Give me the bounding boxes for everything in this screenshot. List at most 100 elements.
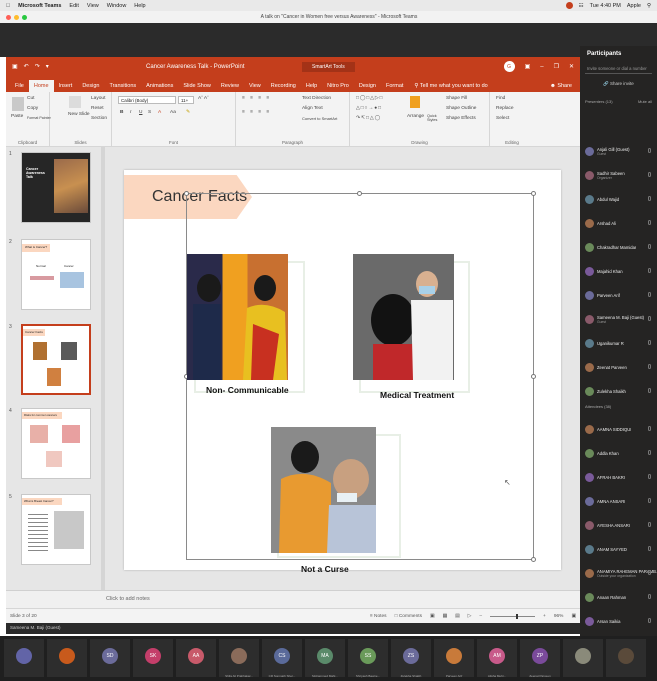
shape-fill-button[interactable]: Shape Fill: [446, 96, 467, 101]
doctor-patient-photo[interactable]: [353, 254, 454, 380]
tab-slide-show[interactable]: Slide Show: [178, 80, 216, 92]
quick-styles-button[interactable]: Quick Styles: [427, 114, 443, 122]
tab-nitro-pro[interactable]: Nitro Pro: [322, 80, 354, 92]
video-tile[interactable]: CS CR Somnath Sher...: [262, 639, 302, 678]
zoom-out-icon[interactable]: –: [479, 614, 482, 619]
tab-view[interactable]: View: [244, 80, 266, 92]
select-button[interactable]: Select: [496, 116, 509, 121]
change-case-button[interactable]: Aa: [170, 110, 176, 115]
menu-edit[interactable]: Edit: [69, 3, 78, 9]
slide-thumbnail-1[interactable]: Cancer Awareness Talk: [21, 152, 91, 223]
tab-review[interactable]: Review: [216, 80, 244, 92]
participant-row[interactable]: AFRAH BAKRI: [585, 468, 655, 486]
font-color-button[interactable]: A: [158, 110, 161, 115]
share-invite-button[interactable]: 🔗 Share invite: [580, 81, 657, 87]
video-tile[interactable]: ZP Zeenat Parveen: [520, 639, 560, 678]
search-icon[interactable]: ⚲: [647, 3, 651, 9]
slide-thumbnail-4[interactable]: Risks for common cancers: [21, 408, 91, 479]
participant-row[interactable]: Parveen Arif: [585, 286, 655, 304]
ribbon-display-icon[interactable]: ▣: [525, 63, 531, 70]
participant-row[interactable]: Uganikumar R: [585, 334, 655, 352]
record-icon[interactable]: [565, 2, 573, 9]
tab-smartart-design[interactable]: Design: [354, 80, 381, 92]
slideshow-icon[interactable]: ▷: [468, 614, 472, 619]
caption-non-communicable[interactable]: Non- Communicable: [206, 385, 289, 395]
participant-row[interactable]: Anaan Rahman: [585, 588, 655, 606]
slide-thumbnail-2[interactable]: What is Cancer? Normal Cancer: [21, 239, 91, 310]
paste-button[interactable]: Paste: [11, 114, 23, 119]
participant-row[interactable]: Arshad Ali: [585, 214, 655, 232]
text-direction-button[interactable]: Text Direction: [302, 96, 331, 101]
invite-input[interactable]: Invite someone or dial a number: [585, 64, 652, 74]
undo-icon[interactable]: ↶: [24, 63, 29, 70]
participant-row[interactable]: Abdul Wajid: [585, 190, 655, 208]
shadow-button[interactable]: S: [148, 110, 151, 115]
participant-row[interactable]: ANAMIYA RAHEMAN PARAMB... Outside your or…: [585, 564, 657, 582]
video-tile[interactable]: SD: [90, 639, 130, 677]
cut-button[interactable]: Cut: [27, 96, 34, 101]
participant-row[interactable]: AMNA ANSARI: [585, 492, 655, 510]
video-tile[interactable]: [606, 639, 646, 677]
shape-outline-button[interactable]: Shape Outline: [446, 106, 476, 111]
arrange-icon[interactable]: [410, 96, 420, 108]
user-menu[interactable]: Apple: [627, 3, 641, 9]
caption-medical-treatment[interactable]: Medical Treatment: [380, 390, 454, 400]
grow-font-icon[interactable]: Aˆ Aˇ: [198, 96, 209, 101]
resize-handle[interactable]: [184, 191, 189, 196]
minimize-window-icon[interactable]: [14, 14, 19, 20]
close-window-icon[interactable]: [6, 14, 11, 20]
new-slide-button[interactable]: New Slide: [68, 112, 90, 117]
participant-row[interactable]: Arsan Saikia: [585, 612, 655, 630]
attendees-header[interactable]: Attendees (38): [580, 404, 657, 409]
participant-row[interactable]: AAMNA SIDDIQUI: [585, 420, 655, 438]
participant-row[interactable]: Sadhir Sabeen Organizer: [585, 166, 655, 184]
slide-thumbnail-5[interactable]: What is Breast Cancer?: [21, 494, 91, 565]
convert-smartart-button[interactable]: Convert to SmartArt: [302, 116, 337, 121]
reset-button[interactable]: Reset: [91, 106, 104, 111]
mute-all-button[interactable]: Mute all: [638, 99, 652, 104]
close-icon[interactable]: ✕: [569, 63, 574, 70]
thumbnail-scrollbar[interactable]: [101, 147, 105, 590]
shape-effects-button[interactable]: Shape Effects: [446, 116, 476, 121]
tab-format[interactable]: Format: [381, 80, 408, 92]
video-tile[interactable]: [47, 639, 87, 677]
notes-pane[interactable]: Click to add notes: [6, 590, 580, 608]
reading-view-icon[interactable]: ▤: [455, 614, 460, 619]
participant-row[interactable]: Chakradhar Mamidar: [585, 238, 655, 256]
menu-view[interactable]: View: [87, 3, 99, 9]
video-tile[interactable]: AM Alisha Mehr...: [477, 639, 517, 678]
participant-row[interactable]: Anjali Gill (Guest) Guest: [585, 142, 655, 160]
video-tile[interactable]: SK: [133, 639, 173, 677]
app-menu[interactable]: Microsoft Teams: [18, 3, 61, 9]
participant-row[interactable]: Addla Khan: [585, 444, 655, 462]
children-photo[interactable]: [271, 427, 376, 553]
fit-slide-icon[interactable]: ▣: [571, 614, 576, 619]
slide-sorter-icon[interactable]: ▦: [443, 614, 448, 619]
save-icon[interactable]: ▣: [12, 63, 18, 70]
tab-insert[interactable]: Insert: [54, 80, 78, 92]
resize-handle[interactable]: [531, 191, 536, 196]
restore-icon[interactable]: ❐: [554, 63, 559, 70]
resize-handle[interactable]: [357, 191, 362, 196]
highlight-button[interactable]: ✎: [186, 110, 190, 115]
bullets-icon[interactable]: ≡ ≡ ≡ ≡: [242, 96, 271, 101]
shapes-gallery-row2[interactable]: △□○→●□: [356, 106, 382, 111]
current-slide[interactable]: Cancer Facts Non- Communicable Medical T…: [124, 170, 561, 574]
copy-button[interactable]: Copy: [27, 106, 38, 111]
participant-row[interactable]: ANAM SAYYED: [585, 540, 655, 558]
participant-row[interactable]: Zeenat Parveen: [585, 358, 655, 376]
menu-window[interactable]: Window: [107, 3, 127, 9]
underline-button[interactable]: U: [139, 110, 142, 115]
arrange-button[interactable]: Arrange: [407, 114, 424, 119]
zoom-in-icon[interactable]: +: [543, 614, 546, 619]
menu-help[interactable]: Help: [134, 3, 145, 9]
video-tile[interactable]: [4, 639, 44, 677]
section-button[interactable]: Section: [91, 116, 107, 121]
tab-animations[interactable]: Animations: [141, 80, 178, 92]
customize-qat-icon[interactable]: ▾: [46, 63, 49, 70]
resize-handle[interactable]: [531, 374, 536, 379]
video-tile[interactable]: Parveen Arif: [434, 639, 474, 678]
font-size-box[interactable]: 11+: [178, 96, 194, 104]
notes-button[interactable]: ≡ Notes: [370, 614, 387, 619]
resize-handle[interactable]: [531, 557, 536, 562]
